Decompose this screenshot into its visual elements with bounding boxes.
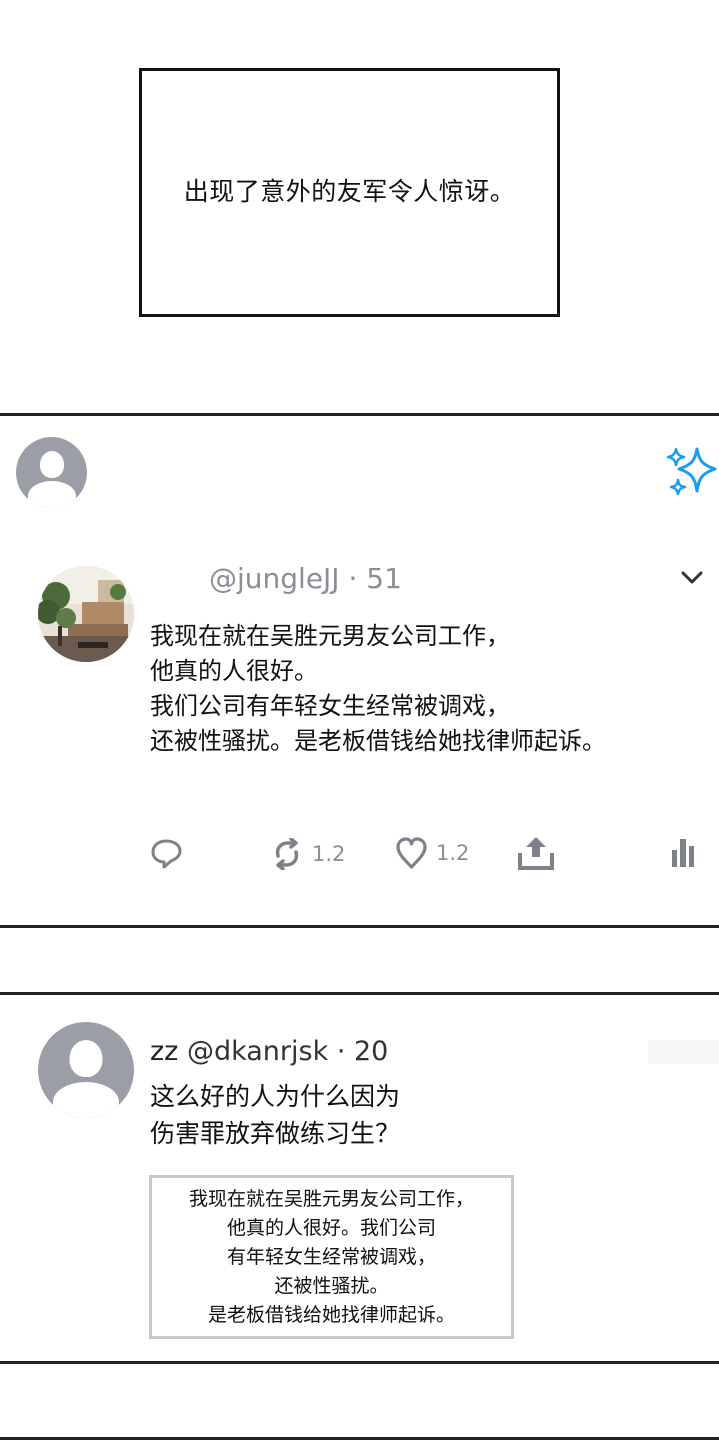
separator-dot: · [336,1036,346,1067]
like-count: 1.2 [436,841,470,865]
divider [0,1361,719,1364]
quote-box[interactable]: 我现在就在吴胜元男友公司工作， 他真的人很好。我们公司 有年轻女生经常被调戏， … [149,1175,514,1339]
caption-text: 出现了意外的友军令人惊讶。 [183,176,516,206]
share-button[interactable] [517,835,555,871]
reply-header: zz @dkanrjsk · 20 [150,1036,388,1067]
reply-button[interactable] [150,838,183,870]
heart-icon [396,837,427,869]
sparkle-icon[interactable] [665,445,719,497]
reply-icon [151,839,182,869]
like-button[interactable]: 1.2 [395,836,469,870]
stats-button[interactable] [671,836,695,868]
retweet-icon [275,838,299,870]
divider [0,992,719,995]
divider [0,413,719,416]
quote-text: 我现在就在吴胜元男友公司工作， 他真的人很好。我们公司 有年轻女生经常被调戏， … [188,1187,474,1326]
separator-dot: · [348,562,358,595]
divider [0,925,719,928]
photo-avatar[interactable] [38,566,134,662]
user-placeholder-icon[interactable] [16,437,87,508]
retweet-count: 1.2 [312,842,346,866]
post-handle[interactable]: @jungleJJ [209,562,340,595]
post-text: 我现在就在吴胜元男友公司工作， 他真的人很好。 我们公司有年轻女生经常被调戏， … [150,622,606,755]
reply-text: 这么好的人为什么因为 伤害罪放弃做练习生？ [150,1082,401,1148]
reply-time: 20 [354,1036,389,1067]
reply-handle[interactable]: @dkanrjsk [187,1036,328,1067]
stats-icon [672,839,694,867]
user-placeholder-icon[interactable] [38,1022,134,1118]
caption-box: 出现了意外的友军令人惊讶。 [139,68,560,317]
share-icon [518,837,554,870]
faint-bar [648,1040,719,1064]
retweet-button[interactable]: 1.2 [272,838,345,870]
post-time: 51 [366,562,402,595]
chevron-down-icon[interactable] [680,570,704,586]
post-handle-line: @jungleJJ · 51 [209,562,402,595]
reply-name[interactable]: zz [150,1036,178,1067]
